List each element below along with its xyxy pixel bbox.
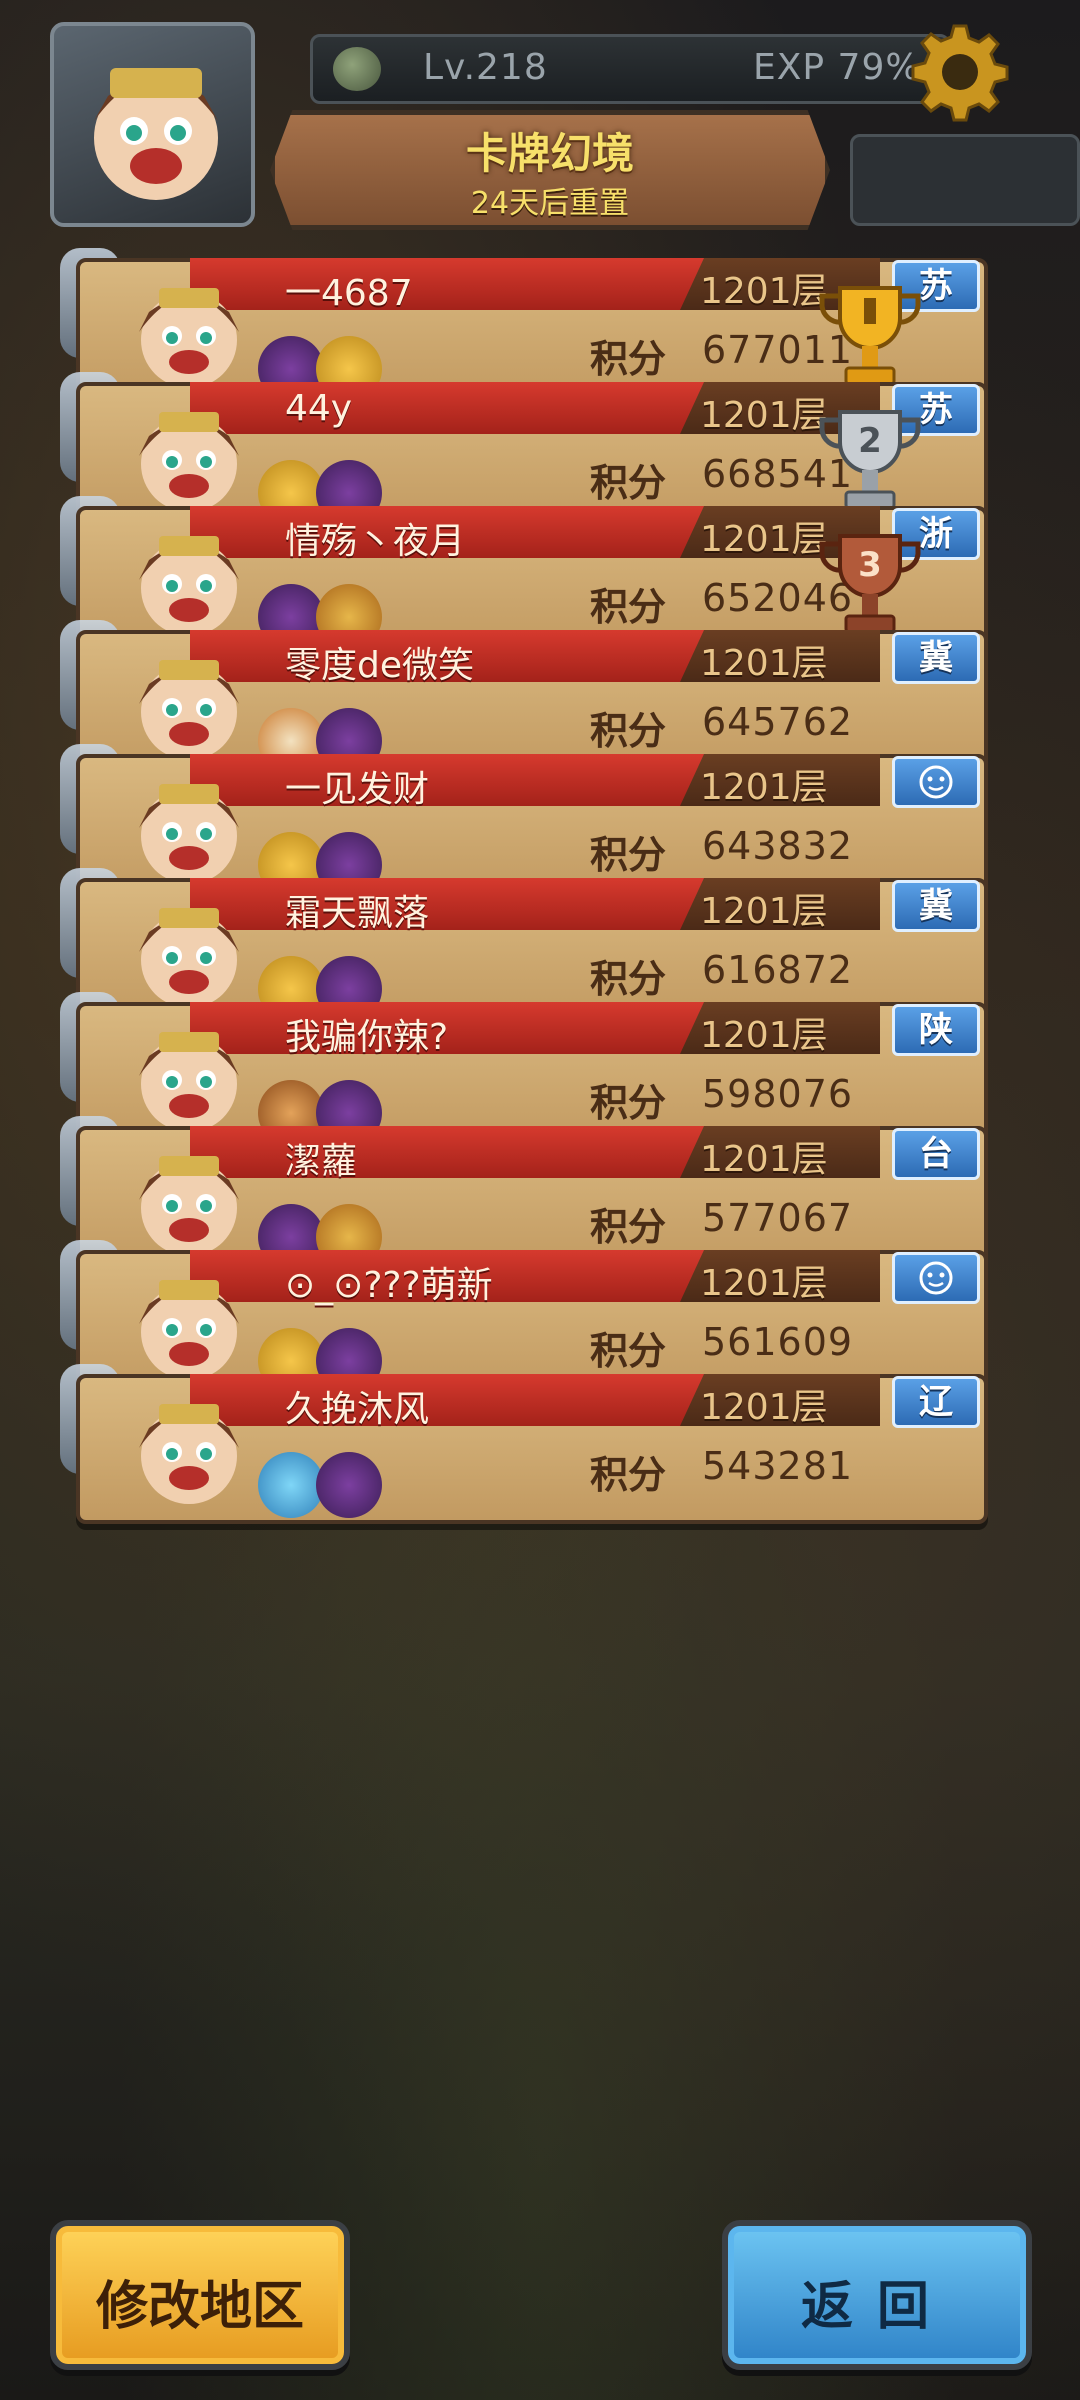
floor-text: 1201层 <box>700 271 828 312</box>
score-label: 积分 <box>590 585 667 629</box>
region-badge: 冀 <box>892 880 980 932</box>
level-bar: Lv.218 EXP 79% <box>310 34 950 104</box>
pet-icon <box>316 1452 382 1518</box>
region-badge: 冀 <box>892 632 980 684</box>
player-name: ⊙_⊙???萌新 <box>285 1265 493 1306</box>
region-badge: 台 <box>892 1128 980 1180</box>
ranking-row[interactable]: 久挽沐风 1201层 辽 积分 543281 <box>60 1364 990 1524</box>
bronze-trophy-icon: 3 <box>819 534 921 634</box>
face-icon <box>919 765 953 799</box>
player-name: 霜天飘落 <box>285 893 430 934</box>
floor-text: 1201层 <box>700 643 828 684</box>
floor-text: 1201层 <box>700 1139 828 1180</box>
player-name: 一4687 <box>285 273 413 314</box>
score-label: 积分 <box>590 461 667 505</box>
score-label: 积分 <box>590 1205 667 1249</box>
score-label: 积分 <box>590 1329 667 1373</box>
clover-icon <box>333 47 381 91</box>
floor-text: 1201层 <box>700 1263 828 1304</box>
score-value: 598076 <box>702 1072 854 1116</box>
score-label: 积分 <box>590 1453 667 1497</box>
region-badge: 陕 <box>892 1004 980 1056</box>
exp-text: EXP 79% <box>753 47 921 88</box>
score-label: 积分 <box>590 957 667 1001</box>
reset-countdown: 24天后重置 <box>470 186 630 221</box>
title-plank: 卡牌幻境 24天后重置 <box>270 110 830 230</box>
floor-text: 1201层 <box>700 395 828 436</box>
level-text: Lv.218 <box>423 47 548 88</box>
player-name: 一见发财 <box>285 769 430 810</box>
score-label: 积分 <box>590 337 667 381</box>
gear-icon[interactable] <box>910 22 1010 122</box>
score-value: 561609 <box>702 1320 854 1364</box>
floor-text: 1201层 <box>700 519 828 560</box>
player-name: 情殇丶夜月 <box>285 521 466 562</box>
top-bar: Lv.218 EXP 79% 卡牌幻境 24天后重置 <box>50 22 1080 230</box>
header-slot <box>850 134 1080 226</box>
avatar-portrait-icon <box>94 68 218 200</box>
floor-text: 1201层 <box>700 1387 828 1428</box>
page-title: 卡牌幻境 <box>465 129 634 178</box>
region-badge <box>892 756 980 808</box>
change-region-button[interactable]: 修改地区 <box>50 2220 350 2370</box>
avatar-icon <box>139 1404 239 1504</box>
region-badge <box>892 1252 980 1304</box>
floor-text: 1201层 <box>700 767 828 808</box>
svg-text:3: 3 <box>858 545 882 585</box>
gold-trophy-icon <box>819 286 921 386</box>
change-region-label: 修改地区 <box>95 2277 304 2337</box>
silver-trophy-icon: 2 <box>819 410 921 510</box>
score-label: 积分 <box>590 709 667 753</box>
player-name: 久挽沐风 <box>285 1389 430 1430</box>
back-label: 返回 <box>800 2277 953 2337</box>
score-value: 645762 <box>702 700 854 744</box>
player-avatar[interactable] <box>50 22 255 227</box>
svg-text:2: 2 <box>858 421 882 461</box>
score-value: 616872 <box>702 948 854 992</box>
score-label: 积分 <box>590 1081 667 1125</box>
score-value: 543281 <box>702 1444 854 1488</box>
face-icon <box>919 1261 953 1295</box>
pet-icon <box>258 1452 324 1518</box>
player-name: 潔蘿 <box>285 1141 358 1182</box>
player-name: 44y <box>285 388 353 429</box>
back-button[interactable]: 返回 <box>722 2220 1032 2370</box>
player-name: 零度de微笑 <box>285 645 475 686</box>
floor-text: 1201层 <box>700 1015 828 1056</box>
score-value: 577067 <box>702 1196 854 1240</box>
region-badge: 辽 <box>892 1376 980 1428</box>
floor-text: 1201层 <box>700 891 828 932</box>
score-label: 积分 <box>590 833 667 877</box>
score-value: 643832 <box>702 824 854 868</box>
player-name: 我骗你辣? <box>285 1017 449 1058</box>
